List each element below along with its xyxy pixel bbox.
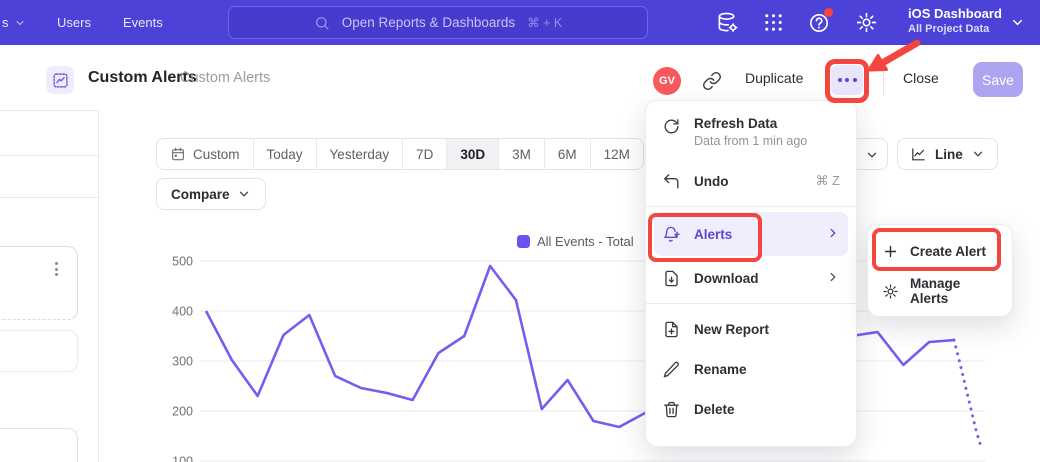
project-switcher[interactable]: iOS Dashboard All Project Data bbox=[908, 5, 1002, 36]
bell-plus-icon bbox=[662, 225, 681, 244]
menu-divider bbox=[646, 206, 856, 207]
chevron-down-icon bbox=[14, 17, 26, 29]
menu-item-label: Undo bbox=[694, 174, 729, 189]
submenu-chevron-right-icon bbox=[826, 226, 840, 243]
range-3m[interactable]: 3M bbox=[498, 139, 544, 169]
menu-item-undo[interactable]: Undo ⌘ Z bbox=[646, 161, 856, 201]
project-name: iOS Dashboard bbox=[908, 5, 1002, 22]
range-custom[interactable]: Custom bbox=[157, 139, 253, 169]
submenu-item-create-alert[interactable]: Create Alert bbox=[868, 231, 1012, 271]
sidebar-border bbox=[98, 110, 99, 462]
menu-divider bbox=[646, 303, 856, 304]
data-management-icon[interactable] bbox=[716, 11, 739, 34]
date-range-control: Custom Today Yesterday 7D 30D 3M 6M 12M bbox=[156, 138, 644, 170]
menu-item-label: Delete bbox=[694, 402, 735, 417]
y-tick-label: 200 bbox=[172, 405, 193, 419]
plus-icon bbox=[882, 243, 899, 260]
range-30d-selected[interactable]: 30D bbox=[446, 139, 498, 169]
close-button[interactable]: Close bbox=[903, 45, 939, 110]
chevron-down-icon bbox=[971, 147, 985, 161]
y-tick-label: 500 bbox=[172, 255, 193, 269]
notification-dot bbox=[824, 8, 833, 17]
breadcrumb[interactable]: Custom Alerts bbox=[180, 45, 270, 110]
undo-shortcut: ⌘ Z bbox=[815, 173, 840, 189]
menu-item-label: Alerts bbox=[694, 227, 732, 242]
chevron-down-icon bbox=[865, 148, 879, 162]
more-options-menu: Refresh Data Data from 1 min ago Undo ⌘ … bbox=[645, 100, 857, 447]
calendar-icon bbox=[170, 146, 186, 162]
line-chart-icon bbox=[910, 146, 927, 163]
app-screen: 500 400 300 200 100 All Events - Total s Use… bbox=[0, 0, 1040, 462]
alerts-submenu: Create Alert Manage Alerts bbox=[867, 224, 1013, 317]
global-search-input[interactable]: Open Reports & Dashboards ⌘ + K bbox=[228, 6, 648, 39]
y-tick-label: 100 bbox=[172, 455, 193, 462]
range-yesterday[interactable]: Yesterday bbox=[316, 139, 403, 169]
project-scope: All Project Data bbox=[908, 22, 1002, 36]
submenu-item-label: Manage Alerts bbox=[910, 276, 998, 306]
top-navigation-bar: s Users Events Open Reports & Dashboards… bbox=[0, 0, 1040, 45]
submenu-item-manage-alerts[interactable]: Manage Alerts bbox=[868, 271, 1012, 311]
menu-item-download[interactable]: Download bbox=[646, 258, 856, 298]
legend-label: All Events - Total bbox=[537, 234, 634, 249]
menu-item-label: Rename bbox=[694, 362, 747, 377]
y-tick-label: 300 bbox=[172, 355, 193, 369]
nav-item-overflow[interactable]: s bbox=[2, 0, 26, 45]
menu-item-refresh-data[interactable]: Refresh Data Data from 1 min ago bbox=[646, 109, 856, 161]
menu-item-label: Download bbox=[694, 271, 759, 286]
more-options-button[interactable] bbox=[831, 65, 863, 95]
chart-legend: All Events - Total bbox=[517, 234, 634, 249]
help-icon[interactable] bbox=[808, 11, 831, 34]
nav-item-events[interactable]: Events bbox=[123, 0, 163, 45]
series-line-incomplete-dotted bbox=[954, 340, 981, 447]
menu-item-label: New Report bbox=[694, 322, 769, 337]
save-button[interactable]: Save bbox=[973, 62, 1023, 97]
gear-icon bbox=[882, 283, 899, 300]
report-header: Custom Alerts Custom Alerts GV Duplicate… bbox=[0, 45, 1040, 110]
trash-icon bbox=[662, 400, 681, 419]
search-placeholder: Open Reports & Dashboards bbox=[342, 15, 515, 30]
query-builder-card[interactable] bbox=[0, 330, 78, 372]
menu-item-alerts[interactable]: Alerts bbox=[654, 212, 848, 256]
search-icon bbox=[314, 15, 330, 31]
menu-item-label: Refresh Data bbox=[694, 115, 807, 133]
compare-button[interactable]: Compare bbox=[156, 178, 266, 210]
query-builder-card[interactable] bbox=[0, 428, 78, 462]
range-6m[interactable]: 6M bbox=[544, 139, 590, 169]
range-12m[interactable]: 12M bbox=[590, 139, 643, 169]
menu-item-delete[interactable]: Delete bbox=[646, 389, 856, 429]
chevron-down-icon bbox=[237, 187, 251, 201]
copy-link-icon[interactable] bbox=[702, 71, 722, 91]
legend-swatch bbox=[517, 235, 530, 248]
submenu-chevron-right-icon bbox=[826, 270, 840, 287]
avatar[interactable]: GV bbox=[653, 67, 681, 95]
sidebar-divider bbox=[0, 197, 99, 198]
menu-item-rename[interactable]: Rename bbox=[646, 349, 856, 389]
chart-type-button[interactable]: Line bbox=[897, 138, 998, 170]
query-builder-card[interactable] bbox=[0, 246, 78, 320]
new-file-icon bbox=[662, 320, 681, 339]
apps-grid-icon[interactable] bbox=[762, 11, 785, 34]
download-file-icon bbox=[662, 269, 681, 288]
y-tick-label: 400 bbox=[172, 305, 193, 319]
refresh-icon bbox=[662, 117, 681, 136]
sidebar-divider bbox=[0, 155, 99, 156]
ellipsis-icon bbox=[838, 78, 842, 82]
undo-icon bbox=[662, 172, 681, 191]
nav-item-users[interactable]: Users bbox=[57, 0, 91, 45]
report-type-icon bbox=[46, 66, 74, 94]
settings-gear-icon[interactable] bbox=[855, 11, 878, 34]
range-today[interactable]: Today bbox=[253, 139, 316, 169]
menu-item-subtitle: Data from 1 min ago bbox=[694, 133, 807, 150]
header-divider bbox=[883, 66, 884, 96]
search-shortcut: ⌘ + K bbox=[527, 15, 562, 30]
range-7d[interactable]: 7D bbox=[402, 139, 446, 169]
menu-item-new-report[interactable]: New Report bbox=[646, 309, 856, 349]
project-chevron-down-icon[interactable] bbox=[1010, 15, 1025, 30]
card-kebab-menu-icon[interactable] bbox=[55, 262, 58, 276]
sidebar-divider bbox=[0, 110, 99, 111]
pencil-icon bbox=[662, 360, 681, 379]
submenu-item-label: Create Alert bbox=[910, 244, 986, 259]
